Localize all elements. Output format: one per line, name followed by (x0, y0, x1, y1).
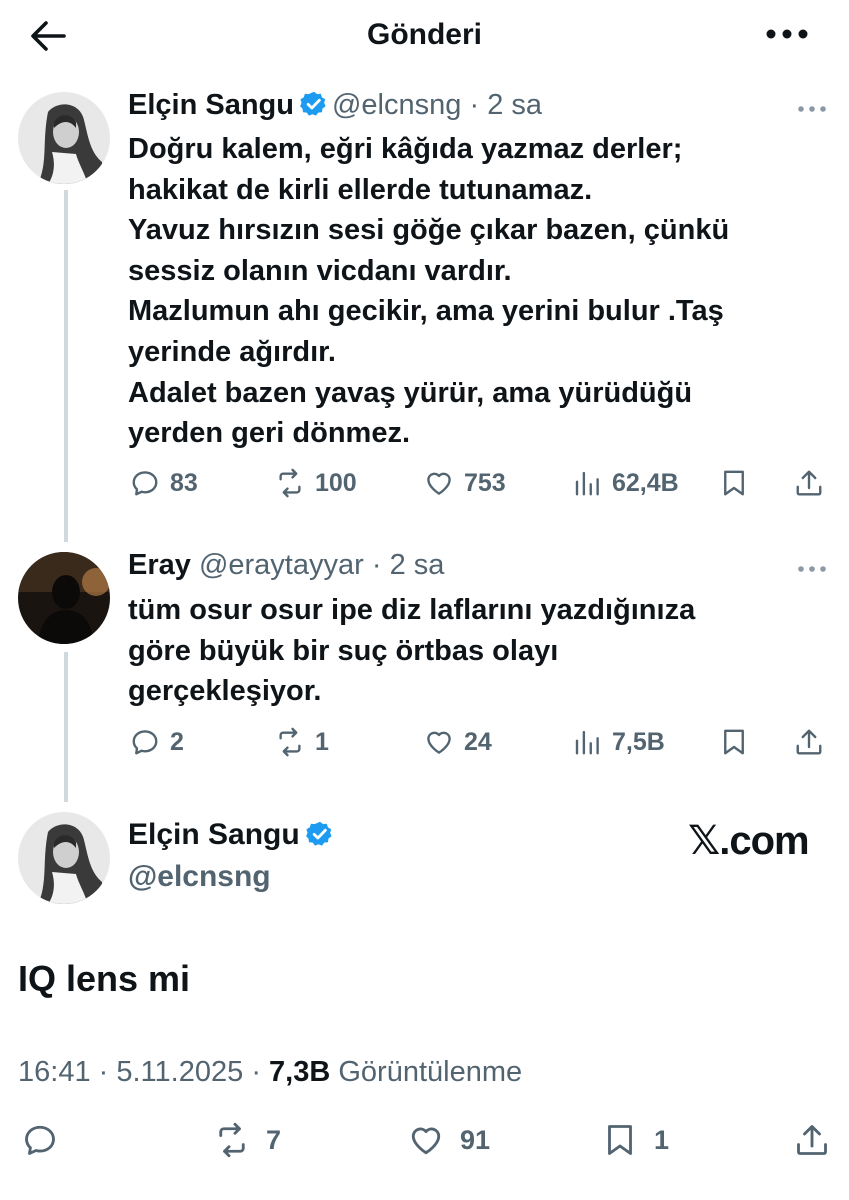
display-name[interactable]: Elçin Sangu (128, 818, 300, 851)
retweet-button[interactable]: 7 (214, 1122, 281, 1158)
share-button[interactable] (794, 1122, 846, 1158)
retweet-button[interactable]: 100 (275, 468, 357, 498)
reply-icon (25, 1125, 55, 1155)
like-count: 753 (464, 468, 506, 497)
main-author-name[interactable]: Elçin Sangu (128, 818, 338, 852)
share-button[interactable] (794, 468, 834, 498)
bookmark-icon (724, 470, 744, 496)
analytics-icon (575, 471, 599, 496)
reply-button[interactable]: 2 (130, 727, 184, 757)
bookmark-icon (608, 1125, 632, 1155)
tweet-header: Eray @eraytayyar · 2 sa (128, 549, 444, 582)
analytics-icon (575, 730, 599, 755)
tweet-header: Elçin Sangu @elcnsng · 2 sa (128, 89, 542, 122)
tweet-text: Doğru kalem, eğri kâğıda yazmaz derler; … (128, 133, 730, 450)
user-handle[interactable]: @eraytayyar (199, 549, 364, 581)
retweet-count: 100 (315, 468, 357, 497)
page-title: Gönderi (366, 18, 482, 51)
reply-count: 2 (170, 727, 184, 756)
separator: · (371, 549, 382, 581)
retweet-count: 1 (315, 727, 329, 756)
views-label: Görüntülenme (338, 1056, 523, 1088)
reply-count: 83 (170, 468, 198, 497)
avatar[interactable] (18, 552, 110, 644)
x-watermark: 𝕏.com (688, 819, 810, 863)
reply-button[interactable] (22, 1122, 74, 1158)
heart-icon (411, 1127, 441, 1155)
verified-badge-icon (300, 91, 326, 116)
tweet-text: IQ lens mi (18, 958, 191, 999)
like-count: 91 (460, 1124, 491, 1155)
display-name[interactable]: Elçin Sangu (128, 89, 294, 121)
verified-badge-icon (305, 821, 332, 846)
more-options-icon[interactable] (765, 22, 809, 46)
bookmark-icon (724, 729, 744, 755)
post-date[interactable]: 5.11.2025 (116, 1056, 243, 1088)
timestamp[interactable]: 2 sa (487, 89, 542, 121)
bookmark-button[interactable] (719, 727, 759, 757)
thread-connector (64, 652, 68, 802)
tweet-more-icon[interactable] (797, 561, 827, 572)
retweet-button[interactable]: 1 (275, 727, 329, 757)
bookmark-button[interactable] (719, 468, 759, 498)
tweet-text: tüm osur osur ipe diz laflarını yazdığın… (128, 594, 696, 708)
view-count: 7,5B (612, 727, 665, 756)
retweet-icon (279, 468, 301, 498)
separator: · (251, 1056, 261, 1088)
like-button[interactable]: 24 (424, 727, 492, 757)
share-button[interactable] (794, 727, 834, 757)
like-button[interactable]: 753 (424, 468, 506, 498)
heart-icon (427, 731, 451, 754)
user-handle[interactable]: @elcnsng (128, 860, 271, 894)
view-count: 62,4B (612, 468, 679, 497)
heart-icon (427, 472, 451, 495)
tweet-more-icon[interactable] (797, 101, 827, 112)
thread-connector (64, 190, 68, 542)
like-button[interactable]: 91 (408, 1122, 490, 1158)
avatar[interactable] (18, 812, 110, 904)
reply-icon (132, 730, 158, 755)
retweet-icon (279, 727, 301, 757)
bookmark-count: 1 (654, 1124, 670, 1155)
views-count: 7,3B (269, 1056, 331, 1088)
reply-icon (132, 471, 158, 496)
separator: · (98, 1056, 109, 1088)
share-icon (796, 470, 822, 496)
share-icon (796, 729, 822, 755)
views-button[interactable]: 7,5B (572, 727, 665, 757)
bookmark-button[interactable]: 1 (602, 1122, 669, 1158)
reply-button[interactable]: 83 (130, 468, 198, 498)
post-time[interactable]: 16:41 (18, 1056, 91, 1088)
tweet-meta: 16:41 · 5.11.2025 · 7,3B Görüntülenme (18, 1056, 522, 1089)
share-icon (797, 1125, 827, 1155)
like-count: 24 (464, 727, 492, 756)
timestamp[interactable]: 2 sa (390, 549, 445, 581)
user-handle[interactable]: @elcnsng (332, 89, 461, 121)
retweet-icon (219, 1122, 245, 1158)
separator: · (469, 89, 480, 121)
display-name[interactable]: Eray (128, 549, 191, 581)
retweet-count: 7 (266, 1124, 282, 1155)
top-bar: Gönderi (0, 0, 849, 72)
avatar[interactable] (18, 92, 110, 184)
views-button[interactable]: 62,4B (572, 468, 679, 498)
